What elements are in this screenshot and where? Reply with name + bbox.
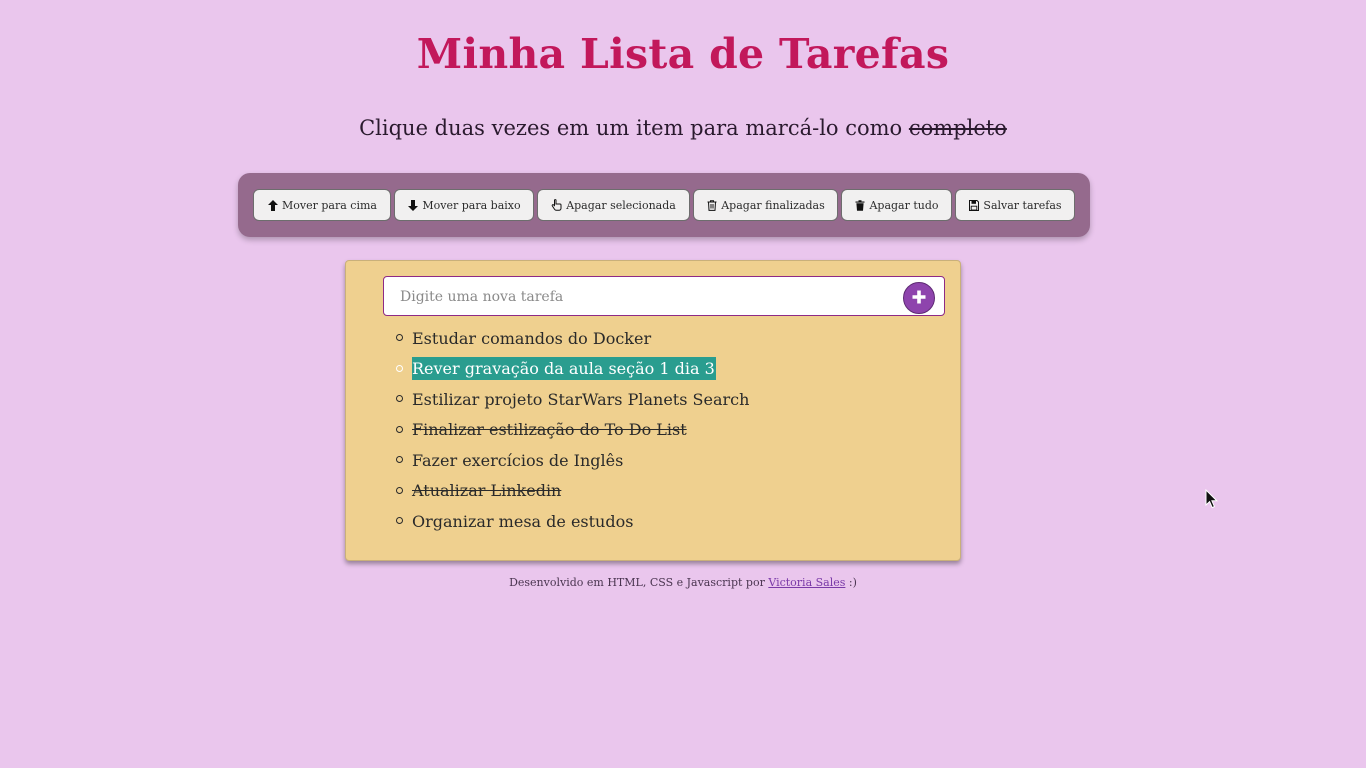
bullet-icon <box>396 517 403 524</box>
mouse-cursor-icon <box>1205 488 1219 509</box>
hand-pointer-icon <box>551 199 562 211</box>
trash-outline-icon <box>706 199 717 211</box>
task-text: Estilizar projeto StarWars Planets Searc… <box>412 389 750 409</box>
task-item[interactable]: Finalizar estilização do To Do List <box>396 415 936 446</box>
footer: Desenvolvido em HTML, CSS e Javascript p… <box>0 576 1366 589</box>
task-text: Estudar comandos do Docker <box>412 328 652 348</box>
page-subtitle: Clique duas vezes em um item para marcá-… <box>0 116 1366 140</box>
task-item[interactable]: Rever gravação da aula seção 1 dia 3 <box>396 354 936 385</box>
task-text: Fazer exercícios de Inglês <box>412 450 624 470</box>
bullet-icon <box>396 456 403 463</box>
new-task-input[interactable] <box>398 277 902 317</box>
move-up-label: Mover para cima <box>282 198 377 212</box>
task-item[interactable]: Organizar mesa de estudos <box>396 506 936 537</box>
plus-icon <box>912 289 926 308</box>
delete-all-button[interactable]: Apagar tudo <box>841 189 952 221</box>
move-up-button[interactable]: Mover para cima <box>253 189 391 221</box>
bullet-icon <box>396 364 403 372</box>
bullet-icon <box>396 425 403 433</box>
arrow-down-icon <box>407 199 418 211</box>
task-text: Rever gravação da aula seção 1 dia 3 <box>412 357 716 381</box>
move-down-button[interactable]: Mover para baixo <box>394 189 534 221</box>
author-link[interactable]: Victoria Sales <box>768 576 845 589</box>
delete-completed-button[interactable]: Apagar finalizadas <box>693 189 838 221</box>
new-task-field <box>383 276 945 317</box>
task-item[interactable]: Estudar comandos do Docker <box>396 323 936 354</box>
save-tasks-label: Salvar tarefas <box>983 198 1062 212</box>
toolbar: Mover para cima Mover para baixo Apagar … <box>238 173 1090 237</box>
bullet-icon <box>396 395 403 402</box>
subtitle-text: Clique duas vezes em um item para marcá-… <box>359 116 909 140</box>
move-down-label: Mover para baixo <box>422 198 521 212</box>
save-icon <box>968 199 979 211</box>
delete-selected-label: Apagar selecionada <box>566 198 676 212</box>
delete-selected-button[interactable]: Apagar selecionada <box>537 189 690 221</box>
delete-all-label: Apagar tudo <box>869 198 939 212</box>
task-text: Atualizar Linkedin <box>412 481 562 501</box>
task-item[interactable]: Atualizar Linkedin <box>396 476 936 507</box>
task-text: Organizar mesa de estudos <box>412 511 634 531</box>
save-tasks-button[interactable]: Salvar tarefas <box>955 189 1075 221</box>
task-card: Estudar comandos do Docker Rever gravação… <box>345 260 961 561</box>
page-title: Minha Lista de Tarefas <box>416 30 950 78</box>
task-item[interactable]: Estilizar projeto StarWars Planets Searc… <box>396 384 936 415</box>
footer-suffix: :) <box>845 576 857 589</box>
bullet-icon <box>396 334 403 341</box>
subtitle-strike-example: completo <box>908 116 1007 140</box>
task-list: Estudar comandos do Docker Rever gravação… <box>396 323 936 537</box>
arrow-up-icon <box>267 199 278 211</box>
bullet-icon <box>396 486 403 494</box>
task-text: Finalizar estilização do To Do List <box>412 420 687 440</box>
add-task-button[interactable] <box>903 282 935 314</box>
footer-text: Desenvolvido em HTML, CSS e Javascript p… <box>509 576 769 589</box>
trash-icon <box>854 199 865 211</box>
delete-completed-label: Apagar finalizadas <box>721 198 825 212</box>
page: Minha Lista de Tarefas Clique duas vezes… <box>0 0 1366 768</box>
task-item[interactable]: Fazer exercícios de Inglês <box>396 445 936 476</box>
